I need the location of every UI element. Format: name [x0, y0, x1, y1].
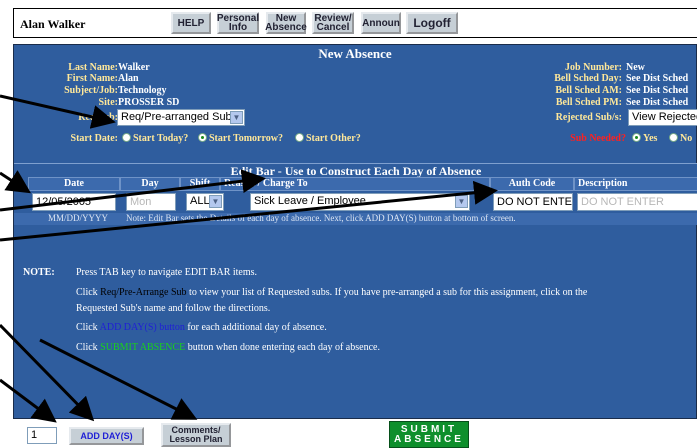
radio-button-icon — [669, 133, 678, 142]
bell-sched-day-label: Bell Sched Day: — [554, 73, 622, 84]
top-toolbar: Alan Walker HELP Personal Info New Absen… — [13, 8, 697, 38]
start-date-label: Start Date: — [70, 133, 118, 144]
review-cancel-button[interactable]: Review/ Cancel — [312, 12, 354, 34]
radio-button-selected-icon — [632, 133, 641, 142]
edit-bar-title: Edit Bar - Use to Construct Each Day of … — [14, 163, 697, 178]
date-format-hint: MM/DD/YYYY — [48, 213, 109, 223]
rejected-subs-value: View Rejected — [632, 111, 697, 123]
personal-info-button[interactable]: Personal Info — [217, 12, 259, 34]
bottom-toolbar: 1 ADD DAY(S) Comments/ Lesson Plan SUBMI… — [13, 421, 697, 448]
sub-needed-label: Sub Needed? — [570, 133, 626, 144]
column-header-auth-code: Auth Code — [490, 177, 574, 191]
rejected-subs-label: Rejected Sub/s: — [555, 112, 622, 123]
column-header-shift: Shift — [180, 177, 220, 191]
bell-sched-pm-label: Bell Sched PM: — [555, 97, 622, 108]
panel-title: New Absence — [318, 46, 392, 61]
bell-sched-am-value: See Dist Sched — [626, 85, 689, 96]
logoff-button[interactable]: Logoff — [406, 12, 458, 34]
site-label: Site: — [98, 97, 118, 108]
edit-bar-hint-row: MM/DD/YYYY Note: Edit Bar sets the Detai… — [14, 213, 697, 225]
description-input[interactable]: DO NOT ENTER — [577, 193, 697, 211]
sub-needed-no-option[interactable]: No — [669, 133, 692, 144]
req-sub-value: Req/Pre-arranged Sub — [121, 111, 232, 123]
screenshot-stage: { "topbar": { "user_name": "Alan Walker"… — [0, 0, 697, 448]
edit-bar-row: 12/05/2005 Mon ALL ▼ Sick Leave / Employ… — [14, 191, 697, 213]
subject-job-label: Subject/Job: — [64, 85, 118, 96]
shift-value: ALL — [190, 195, 210, 207]
edit-bar-hint-text: Note: Edit Bar sets the Details of each … — [126, 213, 516, 223]
last-name-value: Walker — [118, 62, 150, 73]
job-number-value: New — [626, 62, 645, 73]
rejected-subs-select[interactable]: View Rejected — [628, 109, 697, 126]
radio-button-selected-icon — [198, 133, 207, 142]
date-input[interactable]: 12/05/2005 — [32, 193, 116, 211]
day-input[interactable]: Mon — [126, 193, 176, 211]
note-line-req-sub: Click Req/Pre-Arrange Sub to view your l… — [76, 287, 588, 298]
column-header-day: Day — [120, 177, 180, 191]
column-header-reason: Reason / Charge To — [220, 177, 490, 191]
bell-sched-am-label: Bell Sched AM: — [555, 85, 622, 96]
note-line-submit: Click SUBMIT ABSENCE button when done en… — [76, 342, 380, 353]
user-name: Alan Walker — [20, 17, 86, 31]
start-other-option[interactable]: Start Other? — [295, 133, 361, 144]
sub-needed-yes-option[interactable]: Yes — [632, 133, 657, 144]
announcements-button[interactable]: Announ — [361, 12, 401, 34]
chevron-down-icon: ▼ — [230, 111, 243, 124]
column-header-date: Date — [28, 177, 120, 191]
last-name-label: Last Name: — [68, 62, 118, 73]
first-name-value: Alan — [118, 73, 139, 84]
first-name-label: First Name: — [66, 73, 118, 84]
radio-button-icon — [295, 133, 304, 142]
add-days-button[interactable]: ADD DAY(S) — [69, 427, 144, 445]
new-absence-button[interactable]: New Absence — [265, 12, 307, 34]
site-value: PROSSER SD — [118, 97, 180, 108]
chevron-down-icon: ▼ — [209, 195, 222, 208]
auth-code-input[interactable]: DO NOT ENTER — [493, 193, 573, 211]
submit-absence-hint-text: SUBMIT ABSENCE — [100, 342, 186, 353]
column-header-description: Description — [574, 177, 697, 191]
note-line-tab: Press TAB key to navigate EDIT BAR items… — [76, 267, 258, 278]
new-absence-panel: New Absence Last Name: Walker First Name… — [13, 44, 697, 419]
help-button[interactable]: HELP — [171, 12, 211, 34]
note-line-follow-directions: Requested Sub's name and follow the dire… — [76, 303, 271, 314]
submit-absence-button[interactable]: SUBMIT ABSENCE — [389, 421, 469, 448]
comments-lesson-plan-button[interactable]: Comments/ Lesson Plan — [161, 423, 231, 447]
add-days-hint-text: ADD DAY(S) button — [99, 322, 185, 333]
chevron-down-icon: ▼ — [455, 195, 468, 208]
reason-select[interactable]: Sick Leave / Employee ▼ — [250, 193, 470, 211]
start-today-option[interactable]: Start Today? — [122, 133, 188, 144]
req-pre-arrange-sub-link[interactable]: Req/Pre-Arrange Sub — [100, 287, 186, 298]
radio-button-icon — [122, 133, 131, 142]
note-label: NOTE: — [23, 267, 55, 278]
shift-select[interactable]: ALL ▼ — [186, 193, 224, 211]
req-sub-select[interactable]: Req/Pre-arranged Sub ▼ — [117, 109, 245, 126]
req-sub-label: Req Sub: — [78, 112, 118, 123]
day-count-input[interactable]: 1 — [27, 427, 57, 444]
bell-sched-pm-value: See Dist Sched — [626, 97, 689, 108]
reason-value: Sick Leave / Employee — [254, 195, 366, 207]
start-tomorrow-option[interactable]: Start Tomorrow? — [198, 133, 283, 144]
job-number-label: Job Number: — [565, 62, 622, 73]
bell-sched-day-value: See Dist Sched — [626, 73, 689, 84]
subject-job-value: Technology — [118, 85, 167, 96]
note-line-add-day: Click ADD DAY(S) button for each additio… — [76, 322, 327, 333]
